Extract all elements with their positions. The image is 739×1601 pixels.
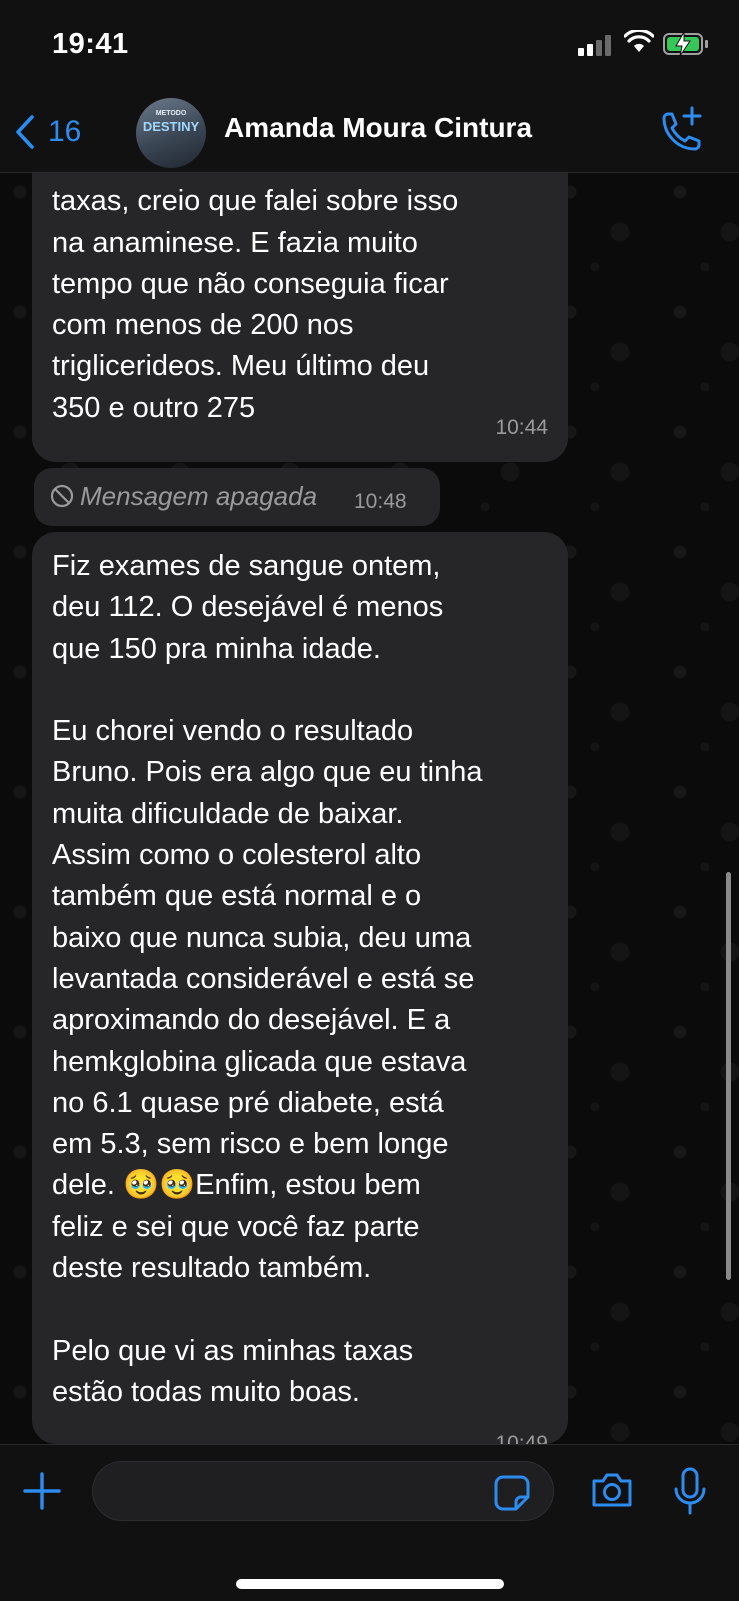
message-time: 10:44 [495,416,548,439]
wifi-icon [624,30,654,52]
message-text: exercitar também eram minhas taxas, crei… [52,150,459,424]
unread-count: 16 [48,115,82,148]
camera-icon[interactable] [590,1471,634,1509]
status-bar: 19:41 [0,0,739,92]
cellular-signal-icon [578,34,614,56]
home-indicator[interactable] [236,1579,504,1589]
deleted-message-bubble[interactable]: Mensagem apagada 10:48 [34,468,440,526]
chat-header: 16 METODO DESTINY Amanda Moura Cintura [0,92,739,173]
message-bubble[interactable]: Fiz exames de sangue ontem, deu 112. O d… [32,532,568,1444]
charging-bolt-icon [675,31,691,57]
chevron-left-icon [16,115,34,149]
contact-name[interactable]: Amanda Moura Cintura [224,112,532,144]
add-call-icon[interactable] [654,106,704,156]
avatar-text-main: DESTINY [142,119,200,134]
avatar-text-top: METODO [155,110,187,117]
message-input[interactable] [92,1461,554,1521]
back-button[interactable]: 16 [14,110,81,154]
message-time: 10:48 [354,490,407,513]
battery-cap [705,40,708,48]
blocked-icon [50,484,74,513]
message-time: 10:49 [495,1432,548,1444]
deleted-message-label: Mensagem apagada [80,481,318,511]
plus-icon[interactable] [22,1471,62,1511]
message-bubble[interactable]: exercitar também eram minhas taxas, crei… [32,150,568,462]
status-time: 19:41 [52,28,129,60]
avatar[interactable]: METODO DESTINY [136,98,206,168]
message-text: Fiz exames de sangue ontem, deu 112. O d… [52,550,483,1408]
microphone-icon[interactable] [672,1467,708,1515]
sticker-icon[interactable] [494,1475,530,1511]
scrollbar[interactable] [726,872,731,1280]
composer-bar [0,1444,739,1601]
